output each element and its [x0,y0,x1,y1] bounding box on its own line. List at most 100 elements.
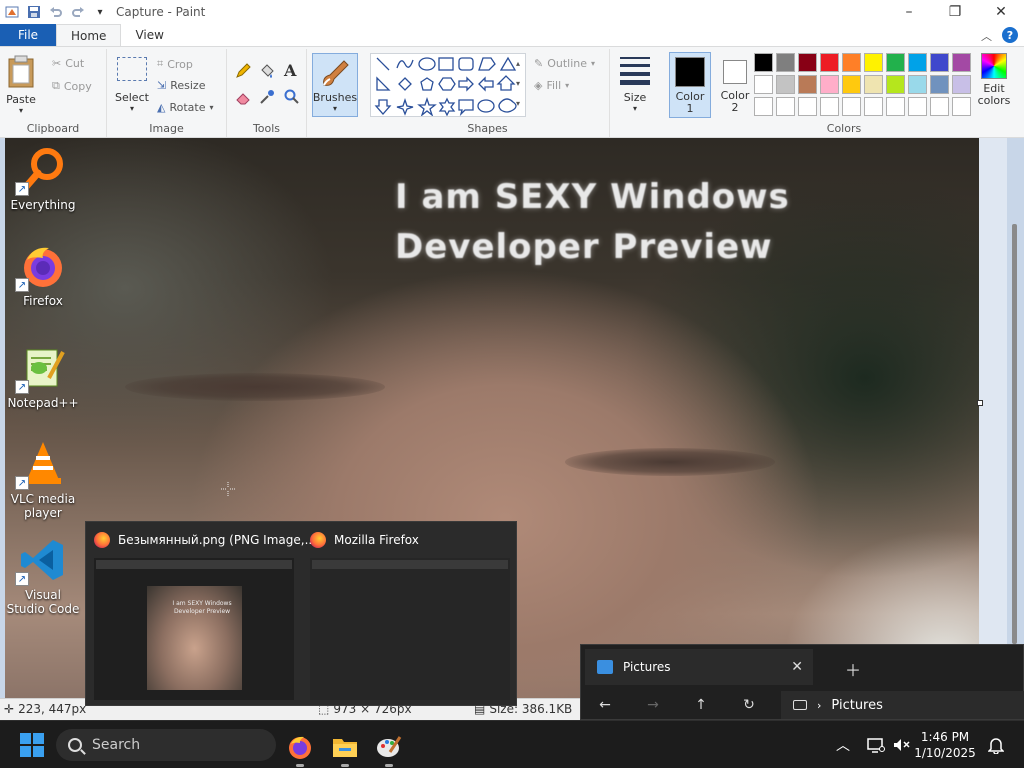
palette-swatch[interactable] [820,97,839,116]
edit-colors-button[interactable]: Edit colors [976,53,1012,107]
paint-app-icon[interactable] [4,4,20,20]
resize-button[interactable]: ⇲ Resize [157,79,205,92]
color-palette [754,53,971,116]
maximize-icon[interactable]: ❐ [932,0,978,24]
cut-button[interactable]: ✂ Cut [52,57,84,70]
palette-swatch[interactable] [864,97,883,116]
save-icon[interactable] [26,4,42,20]
close-icon[interactable]: ✕ [978,0,1024,24]
desktop-icon-vlc[interactable]: ↗ VLC media player [6,440,80,520]
shapes-gallery[interactable] [370,53,526,117]
palette-swatch[interactable] [908,53,927,72]
help-icon[interactable]: ? [1002,27,1018,43]
palette-swatch[interactable] [952,75,971,94]
copy-button[interactable]: ⧉ Copy [52,79,92,93]
redo-icon[interactable] [70,4,86,20]
color-picker-icon[interactable] [259,89,275,108]
new-tab-icon[interactable]: ＋ [845,657,861,681]
clock[interactable]: 1:46 PM 1/10/2025 [910,729,980,761]
search-box[interactable]: Search [56,729,276,761]
window-preview-2[interactable]: Mozilla Firefox [302,522,512,707]
paste-button[interactable]: Paste ▾ [6,55,36,115]
windows-logo-icon [20,733,31,744]
rotate-button[interactable]: ◭ Rotate ▾ [157,101,214,114]
palette-swatch[interactable] [886,53,905,72]
paint-taskbar-icon[interactable] [369,729,409,767]
brushes-button[interactable]: Brushes ▾ [312,53,358,117]
gallery-scroll-down-icon[interactable]: ▾ [516,79,520,88]
back-icon[interactable]: ← [581,697,629,713]
palette-swatch[interactable] [754,53,773,72]
start-button[interactable] [20,733,44,757]
palette-swatch[interactable] [820,53,839,72]
palette-swatch[interactable] [842,75,861,94]
desktop-icon-everything[interactable]: ↗ Everything [6,146,80,212]
palette-swatch[interactable] [886,75,905,94]
firefox-taskbar-icon[interactable] [280,729,320,767]
palette-swatch[interactable] [776,75,795,94]
tab-home[interactable]: Home [56,24,122,46]
tab-view[interactable]: View [121,24,177,46]
desktop-icon-label: VLC media player [10,492,76,520]
palette-swatch[interactable] [886,97,905,116]
desktop-icon-notepad-plus-plus[interactable]: ↗ Notepad++ [6,344,80,410]
palette-swatch[interactable] [930,53,949,72]
fill-button[interactable]: ◈ Fill ▾ [534,79,569,92]
palette-swatch[interactable] [952,97,971,116]
crosshair-cursor-icon [221,481,235,496]
fill-icon[interactable] [259,63,275,82]
palette-swatch[interactable] [776,53,795,72]
tab-file[interactable]: File [0,24,56,46]
palette-swatch[interactable] [776,97,795,116]
color2-button[interactable]: Color 2 [714,52,756,118]
up-icon[interactable]: ↑ [677,697,725,713]
palette-swatch[interactable] [908,97,927,116]
explorer-tab[interactable]: Pictures ✕ [585,649,813,685]
color1-button[interactable]: Color 1 [669,52,711,118]
palette-swatch[interactable] [930,75,949,94]
palette-swatch[interactable] [754,75,773,94]
palette-swatch[interactable] [842,53,861,72]
window-preview-1[interactable]: Безымянный.png (PNG Image,... I am SEXY … [86,522,316,707]
select-button[interactable]: Select ▾ [115,57,149,113]
volume-status[interactable] [892,721,910,768]
palette-swatch[interactable] [908,75,927,94]
palette-swatch[interactable] [864,53,883,72]
outline-button[interactable]: ✎ Outline ▾ [534,57,595,70]
refresh-icon[interactable]: ↻ [725,697,773,713]
shortcut-arrow-icon: ↗ [15,476,29,490]
magnifier-icon[interactable] [284,89,300,108]
palette-swatch[interactable] [930,97,949,116]
text-icon[interactable]: A [284,61,296,80]
palette-swatch[interactable] [820,75,839,94]
show-hidden-icons-button[interactable]: ︿ [836,721,850,768]
pencil-icon[interactable] [235,63,251,82]
network-status[interactable] [866,721,886,768]
customize-qat-icon[interactable]: ▾ [92,4,108,20]
address-bar[interactable]: › Pictures [781,691,1024,719]
gallery-scroll-up-icon[interactable]: ▴ [516,59,520,68]
gallery-expand-icon[interactable]: ▾ [516,99,520,108]
size-button[interactable]: Size ▾ [618,55,652,113]
palette-swatch[interactable] [952,53,971,72]
minimize-icon[interactable]: – [886,0,932,24]
forward-icon[interactable]: → [629,697,677,713]
eraser-icon[interactable] [235,89,251,108]
notifications-button[interactable] [988,721,1004,768]
rectangle-shape-icon [438,57,454,71]
palette-swatch[interactable] [798,53,817,72]
palette-swatch[interactable] [754,97,773,116]
palette-swatch[interactable] [842,97,861,116]
file-explorer-taskbar-icon[interactable] [325,729,365,767]
palette-swatch[interactable] [798,75,817,94]
close-tab-icon[interactable]: ✕ [791,659,803,675]
desktop-icon-vscode[interactable]: ↗ Visual Studio Code [6,536,80,616]
palette-swatch[interactable] [798,97,817,116]
desktop-icon-firefox[interactable]: ↗ Firefox [6,242,80,308]
palette-swatch[interactable] [864,75,883,94]
vertical-scrollbar[interactable] [1012,224,1017,644]
collapse-ribbon-icon[interactable]: ︿ [981,28,992,44]
resize-handle[interactable] [977,400,983,406]
crop-button[interactable]: ⌗ Crop [157,57,193,71]
undo-icon[interactable] [48,4,64,20]
